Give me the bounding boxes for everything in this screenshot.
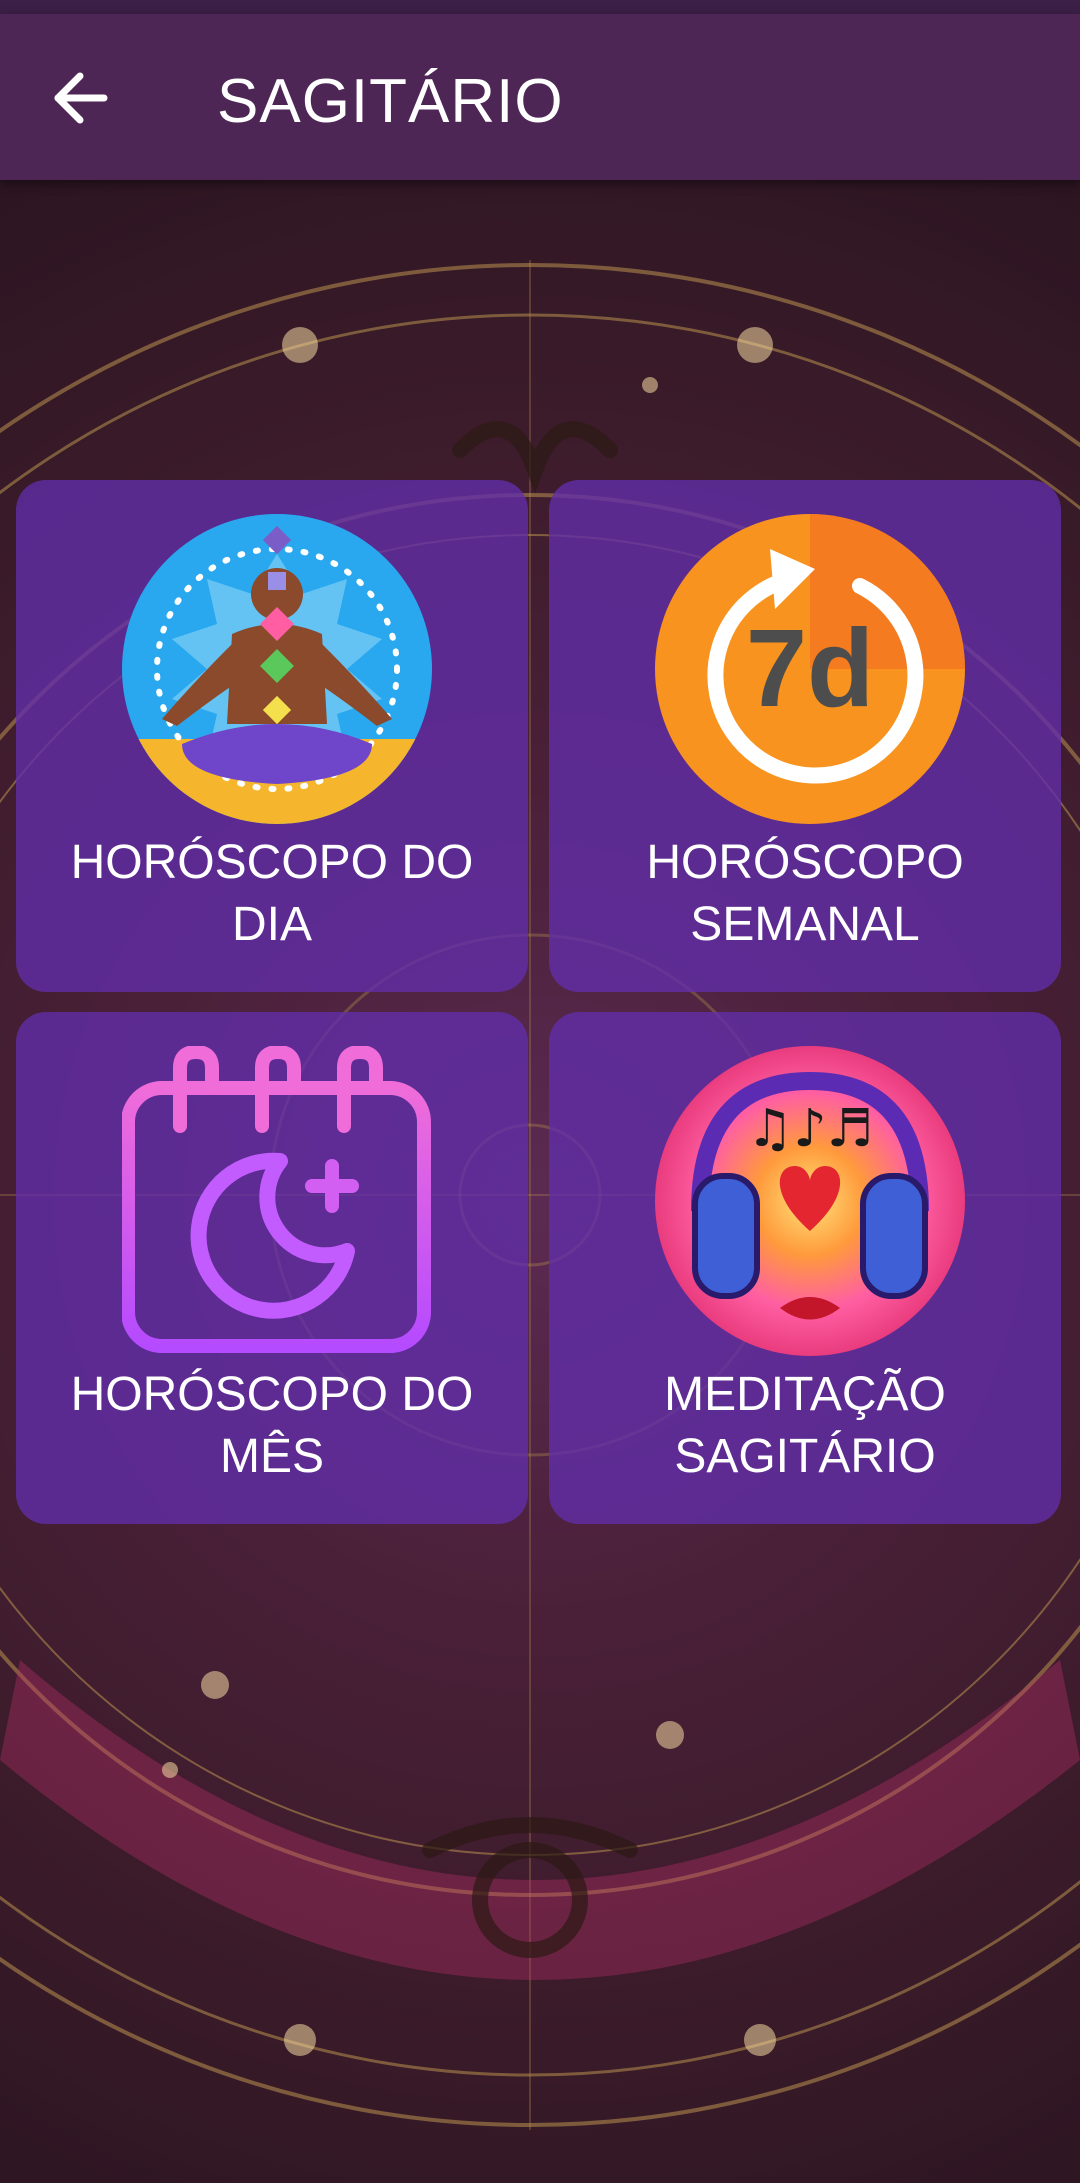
calendar-moon-icon xyxy=(121,1044,432,1356)
back-button[interactable] xyxy=(40,58,120,138)
tile-label: MEDITAÇÃO SAGITÁRIO xyxy=(664,1368,946,1483)
tile-horoscopo-semanal[interactable]: 7d HORÓSCOPO SEMANAL xyxy=(549,480,1061,992)
tile-label: HORÓSCOPO SEMANAL xyxy=(646,836,964,951)
headphones-music-icon: ♫♪♬ xyxy=(655,1046,965,1356)
tile-horoscopo-do-dia[interactable]: HORÓSCOPO DO DIA xyxy=(16,480,528,992)
tile-meditacao-sagitario[interactable]: ♫♪♬ MEDITAÇÃO SAGITÁRIO xyxy=(549,1012,1061,1524)
svg-text:7d: 7d xyxy=(746,607,874,730)
page-title: SAGITÁRIO xyxy=(217,67,564,136)
app-bar: SAGITÁRIO xyxy=(0,14,1080,180)
tile-label: HORÓSCOPO DO DIA xyxy=(70,836,474,951)
tile-label: HORÓSCOPO DO MÊS xyxy=(70,1368,474,1483)
tile-horoscopo-do-mes[interactable]: HORÓSCOPO DO MÊS xyxy=(16,1012,528,1524)
arrow-left-icon xyxy=(54,72,108,124)
svg-text:♫♪♬: ♫♪♬ xyxy=(747,1099,873,1159)
meditation-chakra-icon xyxy=(122,514,432,824)
status-bar xyxy=(0,0,1080,14)
seven-day-icon: 7d xyxy=(655,514,965,824)
